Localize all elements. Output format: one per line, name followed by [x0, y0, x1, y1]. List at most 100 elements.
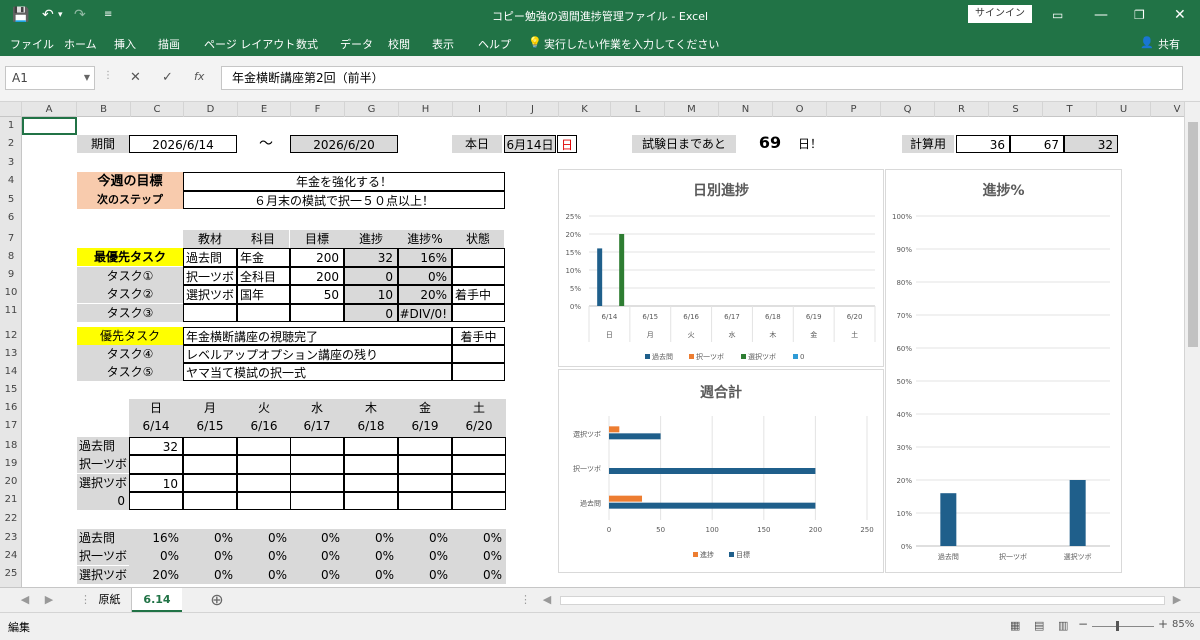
menu-view[interactable]: 表示 [432, 36, 454, 52]
log-cell[interactable] [237, 437, 291, 456]
log-cell[interactable] [452, 437, 506, 456]
row-header[interactable]: 16 [0, 399, 21, 417]
task-progress-cell[interactable]: 0 [344, 303, 398, 322]
column-header[interactable]: S [989, 102, 1043, 117]
row-header[interactable]: 4 [0, 172, 21, 190]
close-icon[interactable]: ✕ [1174, 5, 1186, 25]
menu-review[interactable]: 校閲 [388, 36, 410, 52]
row-header[interactable]: 24 [0, 547, 21, 565]
menu-home[interactable]: ホーム [64, 36, 97, 52]
task-subject-cell[interactable]: 全科目 [237, 266, 290, 285]
row-header[interactable]: 5 [0, 191, 21, 209]
task-progress-cell[interactable]: 10 [344, 285, 398, 304]
column-header[interactable]: H [399, 102, 453, 117]
share-button[interactable]: 共有 [1158, 36, 1180, 52]
log-cell[interactable] [183, 473, 237, 492]
pct-cell[interactable]: 0% [344, 529, 398, 548]
vertical-scrollbar[interactable] [1184, 102, 1200, 587]
log-cell[interactable] [398, 455, 452, 474]
pct-cell[interactable]: 0% [398, 529, 452, 548]
log-cell[interactable] [344, 455, 398, 474]
row-header[interactable]: 21 [0, 491, 21, 509]
task-target-cell[interactable]: 200 [290, 248, 344, 267]
log-cell[interactable] [452, 455, 506, 474]
pct-cell[interactable]: 0% [129, 547, 183, 566]
log-cell[interactable]: 32 [129, 437, 183, 456]
pct-cell[interactable]: 0% [452, 547, 506, 566]
column-header[interactable]: M [665, 102, 719, 117]
log-cell[interactable] [237, 455, 291, 474]
column-header[interactable]: T [1043, 102, 1097, 117]
log-cell[interactable] [183, 455, 237, 474]
pct-cell[interactable]: 0% [290, 529, 344, 548]
add-sheet-icon[interactable]: ⊕ [206, 588, 228, 612]
row-header[interactable]: 6 [0, 209, 21, 227]
pct-cell[interactable]: 16% [129, 529, 183, 548]
column-header[interactable]: B [77, 102, 131, 117]
task-subject-cell[interactable]: 国年 [237, 285, 290, 304]
log-cell[interactable] [290, 491, 344, 511]
priority-task-cell[interactable]: 年金横断講座の視聴完了 [183, 327, 452, 345]
name-box[interactable]: A1 ▼ [5, 66, 95, 90]
log-cell[interactable] [398, 473, 452, 492]
log-cell[interactable] [290, 455, 344, 474]
log-cell[interactable]: 10 [129, 473, 183, 492]
minimize-icon[interactable]: — [1094, 5, 1108, 25]
pct-cell[interactable]: 0% [398, 547, 452, 566]
row-header[interactable]: 14 [0, 363, 21, 381]
daily-progress-chart[interactable]: 日別進捗 25% 20% 15% 10% 5% 0% 6/14 日 6/15 月 6/16 火 6/17… [558, 169, 884, 367]
task-subject-cell[interactable] [237, 303, 290, 322]
page-layout-icon[interactable]: ▤ [1034, 619, 1044, 632]
row-header[interactable]: 10 [0, 284, 21, 302]
next-sheet-icon[interactable]: ▶ [42, 588, 56, 612]
row-header[interactable]: 1 [0, 117, 21, 135]
log-cell[interactable] [183, 491, 237, 511]
column-header[interactable]: R [935, 102, 989, 117]
task-status-cell[interactable]: 着手中 [452, 285, 505, 304]
task-status-cell[interactable] [452, 303, 505, 322]
ribbon-display-icon[interactable]: ▭ [1052, 5, 1063, 25]
log-cell[interactable] [183, 437, 237, 456]
menu-file[interactable]: ファイル [10, 36, 54, 52]
column-header[interactable]: F [291, 102, 345, 117]
tab-splitter[interactable]: ⋮ [520, 588, 531, 612]
log-cell[interactable] [452, 491, 506, 511]
pct-cell[interactable]: 0% [237, 565, 291, 584]
scroll-thumb[interactable] [1188, 122, 1198, 347]
pct-cell[interactable]: 20% [129, 565, 183, 584]
prev-sheet-icon[interactable]: ◀ [18, 588, 32, 612]
page-break-icon[interactable]: ▥ [1058, 619, 1068, 632]
calc-cell[interactable]: 36 [956, 135, 1010, 153]
log-cell[interactable] [344, 473, 398, 492]
column-header[interactable]: K [559, 102, 611, 117]
row-header[interactable]: 2 [0, 135, 21, 153]
log-cell[interactable] [129, 491, 183, 511]
task4-cell[interactable]: レベルアップオプション講座の残り [183, 345, 452, 363]
column-header[interactable]: E [238, 102, 291, 117]
zoom-out-icon[interactable]: − [1078, 617, 1088, 631]
pct-cell[interactable]: 0% [452, 565, 506, 584]
restore-icon[interactable]: ❐ [1134, 5, 1145, 25]
insert-function-icon[interactable]: fx [194, 70, 204, 83]
progress-percent-chart[interactable]: 進捗% 100% 90% 80% 70% 60% 50% 40% 30% 20% 10% 0% 過去問… [885, 169, 1122, 573]
select-all-corner[interactable] [0, 102, 22, 117]
column-header[interactable]: G [345, 102, 399, 117]
pct-cell[interactable]: 0% [183, 565, 237, 584]
task5-cell[interactable]: ヤマ当て模試の択一式 [183, 363, 452, 381]
row-header[interactable]: 8 [0, 248, 21, 266]
column-header[interactable]: U [1097, 102, 1151, 117]
scroll-left-icon[interactable]: ◀ [540, 588, 554, 612]
row-header[interactable]: 25 [0, 565, 21, 583]
today-cell[interactable]: 6月14日 [504, 135, 556, 153]
row-header[interactable]: 18 [0, 437, 21, 455]
menu-formulas[interactable]: 数式 [296, 36, 318, 52]
enter-icon[interactable]: ✓ [162, 70, 173, 85]
log-cell[interactable] [398, 437, 452, 456]
pct-cell[interactable]: 0% [344, 565, 398, 584]
column-header[interactable]: P [827, 102, 881, 117]
normal-view-icon[interactable]: ▦ [1010, 619, 1020, 632]
row-header[interactable]: 17 [0, 417, 21, 435]
task-pct-cell[interactable]: 16% [398, 248, 452, 267]
chevron-down-icon[interactable]: ▼ [84, 67, 90, 89]
weekly-total-chart[interactable]: 週合計 0 50 100 150 200 250 選択ツボ 択一ツボ 過去問 進捗 目標 [558, 369, 884, 573]
